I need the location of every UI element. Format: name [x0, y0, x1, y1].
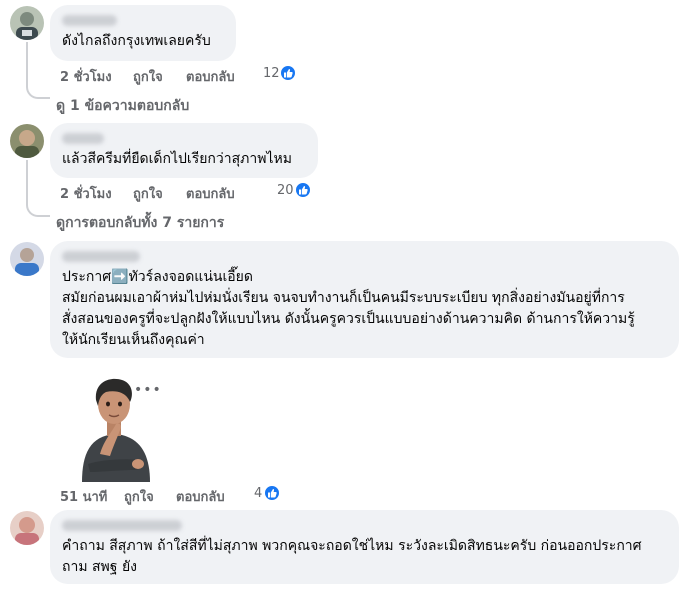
reply-thread-line — [26, 160, 50, 217]
comment-text-line: ให้นักเรียนเห็นถึงคุณค่า — [62, 332, 205, 348]
comment-time[interactable]: 2 ชั่วโมง — [60, 66, 112, 87]
comment-text-line: สมัยก่อนผมเอาผ้าห่มไปห่มนั่งเรียน จนจบทำ… — [62, 290, 625, 306]
avatar[interactable] — [10, 511, 44, 545]
reply-button[interactable]: ตอบกลับ — [186, 66, 235, 87]
like-count[interactable]: 20 — [277, 183, 294, 198]
comment-time[interactable]: 51 นาที — [60, 486, 107, 507]
like-count[interactable]: 4 — [254, 486, 262, 501]
comment-bubble: ประกาศ➡️ทัวร์ลงจอดแน่นเอี๊ยด สมัยก่อนผมเ… — [50, 241, 679, 358]
comment-time[interactable]: 2 ชั่วโมง — [60, 183, 112, 204]
view-replies-link[interactable]: ดูการตอบกลับทั้ง 7 รายการ — [56, 212, 224, 234]
like-button[interactable]: ถูกใจ — [133, 183, 163, 204]
comment-bubble: คำถาม สีสุภาพ ถ้าใส่สีที่ไม่สุภาพ พวกคุณ… — [50, 510, 679, 584]
author-name[interactable] — [62, 520, 182, 531]
reply-button[interactable]: ตอบกลับ — [186, 183, 235, 204]
like-thumb-icon — [263, 484, 281, 502]
comment-text-line: สั่งสอนของครูที่จะปลูกฝังให้แบบไหน ดังนั… — [62, 311, 635, 327]
like-button[interactable]: ถูกใจ — [124, 486, 154, 507]
avatar[interactable] — [10, 124, 44, 158]
reply-thread-line — [26, 42, 50, 99]
comment-text: แล้วสีครีมที่ยืดเด็กไปเรียกว่าสุภาพไหม — [62, 151, 292, 167]
author-name[interactable] — [62, 15, 117, 26]
author-name[interactable] — [62, 133, 104, 144]
like-thumb-icon — [294, 181, 312, 199]
view-replies-link[interactable]: ดู 1 ข้อความตอบกลับ — [56, 95, 189, 117]
comment-text: ดังไกลถึงกรุงเทพเลยครับ — [62, 33, 211, 49]
avatar[interactable] — [10, 6, 44, 40]
comment-text-line: คำถาม สีสุภาพ ถ้าใส่สีที่ไม่สุภาพ พวกคุณ… — [62, 538, 642, 554]
reply-button[interactable]: ตอบกลับ — [176, 486, 225, 507]
comment-bubble: แล้วสีครีมที่ยืดเด็กไปเรียกว่าสุภาพไหม — [50, 123, 318, 178]
author-name[interactable] — [62, 251, 140, 262]
comment-bubble: ดังไกลถึงกรุงเทพเลยครับ — [50, 5, 236, 61]
like-button[interactable]: ถูกใจ — [133, 66, 163, 87]
like-count[interactable]: 12 — [263, 66, 280, 81]
avatar[interactable] — [10, 242, 44, 276]
like-thumb-icon — [279, 64, 297, 82]
more-options-icon[interactable]: ••• — [134, 382, 162, 398]
comment-text-line: ถาม สพฐ ยัง — [62, 559, 138, 575]
comment-text-line: ประกาศ➡️ทัวร์ลงจอดแน่นเอี๊ยด — [62, 269, 253, 285]
